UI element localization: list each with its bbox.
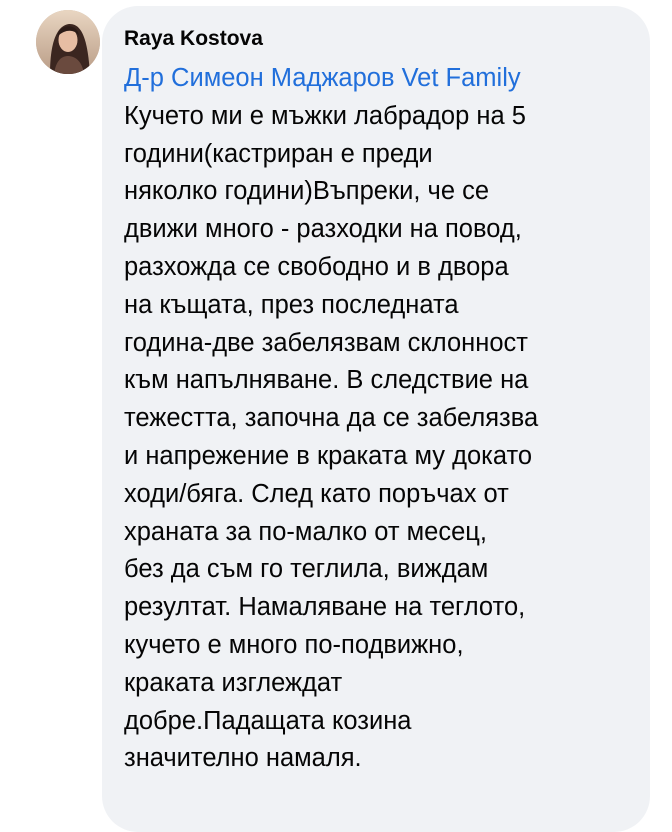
comment-text-line: значително намаля. <box>124 744 362 773</box>
comment-text-line: кучето е много по-подвижно, <box>124 630 464 659</box>
profile-photo-icon <box>36 10 100 74</box>
comment-text-line: ходи/бяга. След като поръчах от <box>124 479 509 508</box>
comment-text-line: и напрежение в краката му докато <box>124 441 533 470</box>
comment-text-line: краката изглеждат <box>124 668 343 697</box>
comment-text-line: разхожда се свободно и в двора <box>124 252 509 281</box>
avatar[interactable] <box>36 10 100 74</box>
mention-link[interactable]: Д-р Симеон Маджаров Vet Family <box>124 60 624 98</box>
comment-text-line: добре.Падащата козина <box>124 706 412 735</box>
comment-text-line: резултат. Намаляване на теглото, <box>124 593 526 622</box>
comment-text-line: няколко години)Въпреки, че се <box>124 177 490 206</box>
comment-bubble: Raya Kostova Д-р Симеон Маджаров Vet Fam… <box>102 6 650 832</box>
comment-body: Д-р Симеон Маджаров Vet Family Кучето ми… <box>124 60 624 778</box>
comment-text-line: Кучето ми е мъжки лабрадор на 5 <box>124 101 526 130</box>
comment-text-line: храната за по-малко от месец, <box>124 517 487 546</box>
comment-text-line: без да съм го теглила, виждам <box>124 555 489 584</box>
comment-text-line: движи много - разходки на повод, <box>124 215 522 244</box>
comment-author-name[interactable]: Raya Kostova <box>124 26 636 52</box>
comment-text-line: към напълняване. В следствие на <box>124 366 529 395</box>
comment-text-line: на къщата, през последната <box>124 290 459 319</box>
comment-text-line: години(кастриран е преди <box>124 139 433 168</box>
comment-text-line: тежестта, започна да се забелязва <box>124 404 539 433</box>
comment-text-line: година-две забелязвам склонност <box>124 328 528 357</box>
